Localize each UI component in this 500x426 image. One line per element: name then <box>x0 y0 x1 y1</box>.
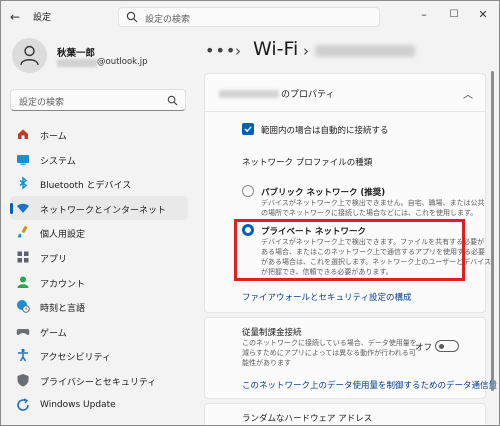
sidebar-item-accounts[interactable]: アカウント <box>10 270 188 295</box>
sidebar-item-home[interactable]: ホーム <box>10 122 188 147</box>
sidebar-item-label: ホーム <box>40 132 67 142</box>
random-hardware-address-label: ランダムなハードウェア アドレス <box>242 414 373 424</box>
sidebar-item-system[interactable]: システム <box>10 147 188 172</box>
auto-connect-checkbox[interactable] <box>242 123 254 135</box>
user-icon <box>20 45 39 66</box>
metered-toggle-label: オフ <box>415 343 433 353</box>
title-search-placeholder: 設定の検索 <box>145 15 191 25</box>
search-icon <box>126 11 138 23</box>
checkmark-icon <box>244 126 252 133</box>
random-hardware-address-card[interactable]: ランダムなハードウェア アドレス <box>204 403 486 425</box>
sidebar-item-label: システム <box>40 156 76 167</box>
sidebar-item-label: Bluetooth とデバイス <box>40 181 132 192</box>
sidebar-search-input[interactable]: 設定の検索 <box>10 89 186 111</box>
sidebar-item-label: アクセシビリティ <box>40 353 112 364</box>
sidebar-item-label: プライバシーとセキュリティ <box>40 377 157 388</box>
public-network-desc: デバイスがネットワーク上で検出できません。自宅、職場、または公共 <box>261 199 485 207</box>
email-redaction <box>57 59 97 67</box>
sidebar-item-apps[interactable]: アプリ <box>10 245 188 270</box>
public-network-radio[interactable] <box>242 185 254 197</box>
user-email: @outlook.jp <box>97 57 148 67</box>
sidebar-item-network[interactable]: ネットワークとインターネット <box>10 195 188 221</box>
sidebar-item-accessibility[interactable]: アクセシビリティ <box>10 343 188 368</box>
close-button[interactable]: ✕ <box>473 6 493 24</box>
wifi-icon <box>17 203 29 213</box>
app-title: 設定 <box>33 13 52 23</box>
metered-connection-label: 従量制課金接続 <box>242 328 302 338</box>
breadcrumb-wifi[interactable]: Wi-Fi <box>253 38 298 60</box>
metered-connection-toggle[interactable] <box>435 340 459 352</box>
sidebar-nav: ホーム システム Bluetooth とデバイス ネットワークとインターネット … <box>10 122 188 417</box>
sidebar-item-personalization[interactable]: 個人用設定 <box>10 220 188 245</box>
title-search-box[interactable]: 設定の検索 <box>118 7 380 27</box>
maximize-button[interactable]: ☐ <box>444 6 464 24</box>
sidebar-item-gaming[interactable]: ゲーム <box>10 319 188 344</box>
chevron-right-icon: › <box>303 42 309 60</box>
public-network-label: パブリック ネットワーク (推奨) <box>261 188 386 198</box>
settings-window: ← 設定 設定の検索 – ☐ ✕ 秋葉一郎 @outlook.jp 設定の検索 … <box>0 0 500 426</box>
update-icon <box>17 397 29 411</box>
sidebar-item-label: Windows Update <box>40 399 116 410</box>
back-button[interactable]: ← <box>7 9 23 25</box>
title-bar: ← 設定 設定の検索 – ☐ ✕ <box>1 1 499 33</box>
auto-connect-label: 範囲内の場合は自動的に接続する <box>261 126 389 136</box>
sidebar-search-placeholder: 設定の検索 <box>19 98 65 108</box>
breadcrumb-overflow-button[interactable]: ••• <box>205 41 236 60</box>
sidebar-item-label: ネットワークとインターネット <box>40 205 167 216</box>
minimize-button[interactable]: – <box>414 6 434 24</box>
data-limit-link[interactable]: このネットワーク上のデータ使用量を制御するためのデータ通信量 <box>242 379 497 391</box>
home-icon <box>18 129 28 139</box>
sidebar-item-label: 時刻と言語 <box>40 304 86 315</box>
sidebar-item-label: アプリ <box>40 254 68 265</box>
network-name-redaction <box>315 45 415 57</box>
gamepad-icon <box>16 328 30 335</box>
sidebar-item-label: アカウント <box>40 279 86 290</box>
shield-icon <box>17 373 29 387</box>
properties-header[interactable]: のプロパティ ︿ <box>205 74 485 112</box>
sidebar-item-windows-update[interactable]: Windows Update <box>10 393 188 418</box>
apps-icon <box>17 251 29 263</box>
accessibility-icon <box>18 349 28 362</box>
profile-type-label: ネットワーク プロファイルの種類 <box>242 158 373 168</box>
firewall-settings-link[interactable]: ファイアウォールとセキュリティ設定の構成 <box>242 291 412 303</box>
properties-title: のプロパティ <box>281 90 335 100</box>
chevron-up-icon[interactable]: ︿ <box>463 86 473 101</box>
metered-connection-desc: 能性があります <box>242 359 291 367</box>
monitor-icon <box>17 154 29 165</box>
network-name-redaction <box>219 90 279 98</box>
toggle-knob <box>439 343 444 349</box>
sidebar-item-bluetooth[interactable]: Bluetooth とデバイス <box>10 171 188 196</box>
brush-icon <box>17 226 28 238</box>
highlight-box <box>234 219 465 281</box>
avatar[interactable] <box>12 38 47 73</box>
metered-connection-desc: このネットワークに接続している場合、データ使用量を <box>242 339 417 347</box>
sidebar-item-label: ゲーム <box>40 328 67 339</box>
metered-connection-card: 従量制課金接続 このネットワークに接続している場合、データ使用量を 減らすために… <box>204 317 497 399</box>
user-name: 秋葉一郎 <box>57 48 96 59</box>
sidebar-item-label: 個人用設定 <box>40 230 86 241</box>
metered-connection-desc: 減らすためにアプリによっては異なる動作が行われる可 <box>242 349 416 357</box>
search-icon <box>167 95 178 106</box>
public-network-desc: の場所でネットワークに接続した場合などには、これを使用します。 <box>261 209 478 217</box>
sidebar-item-privacy[interactable]: プライバシーとセキュリティ <box>10 368 188 393</box>
globe-clock-icon <box>17 300 30 313</box>
account-icon <box>17 276 29 288</box>
chevron-right-icon: › <box>235 42 241 60</box>
scrollbar[interactable] <box>491 71 494 391</box>
bluetooth-icon <box>19 176 28 190</box>
sidebar-item-time-language[interactable]: 時刻と言語 <box>10 294 188 319</box>
